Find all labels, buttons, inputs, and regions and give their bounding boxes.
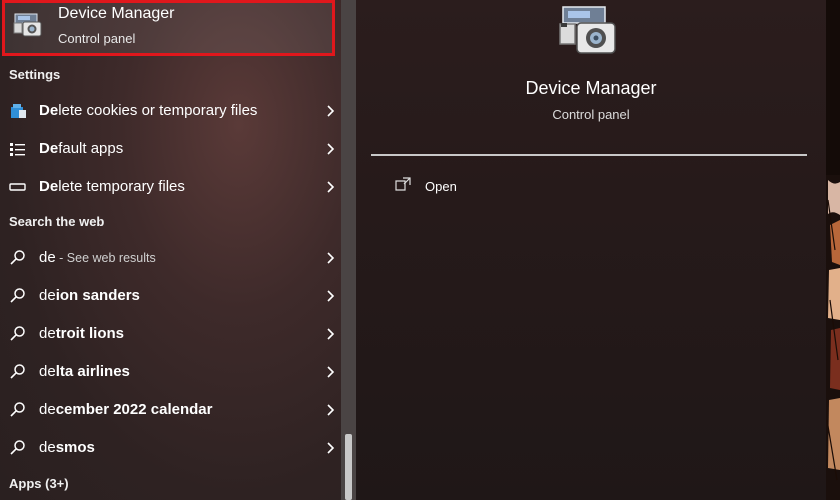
open-label: Open <box>425 179 457 194</box>
details-divider <box>371 154 807 156</box>
settings-item-label: Delete temporary files <box>39 178 185 195</box>
default-apps-icon <box>10 143 25 156</box>
chevron-right-icon <box>327 290 335 302</box>
web-result-label: detroit lions <box>39 325 125 342</box>
web-result-label: de - See web results <box>39 249 156 266</box>
web-result-deion-sanders[interactable]: deion sanders <box>0 277 341 315</box>
details-title: Device Manager <box>525 78 657 98</box>
settings-item-delete-cookies[interactable]: Delete cookies or temporary files <box>0 92 341 130</box>
open-button[interactable]: Open <box>394 176 514 198</box>
settings-item-label: Delete cookies or temporary files <box>39 102 258 119</box>
search-icon <box>10 250 25 265</box>
details-subtitle: Control panel <box>552 107 630 122</box>
web-result-de[interactable]: de - See web results <box>0 239 341 277</box>
search-icon <box>10 288 25 303</box>
settings-item-default-apps[interactable]: Default apps <box>0 130 341 168</box>
chevron-right-icon <box>327 105 335 117</box>
web-result-delta-airlines[interactable]: delta airlines <box>0 353 341 391</box>
section-header-apps: Apps (3+) <box>9 476 69 491</box>
chevron-right-icon <box>327 442 335 454</box>
chevron-right-icon <box>327 404 335 416</box>
search-icon <box>10 402 25 417</box>
top-result-device-manager[interactable]: Device Manager Control panel <box>2 0 335 56</box>
web-result-december-2022-calendar[interactable]: december 2022 calendar <box>0 391 341 429</box>
search-icon <box>10 326 25 341</box>
storage-icon <box>9 183 26 191</box>
cookies-icon <box>11 104 26 118</box>
chevron-right-icon <box>327 181 335 193</box>
details-panel <box>356 0 826 500</box>
open-icon <box>395 177 411 191</box>
web-result-detroit-lions[interactable]: detroit lions <box>0 315 341 353</box>
chevron-right-icon <box>327 328 335 340</box>
web-result-desmos[interactable]: desmos <box>0 429 341 467</box>
results-scrollbar[interactable] <box>341 0 356 500</box>
top-result-subtitle: Control panel <box>58 31 136 46</box>
settings-item-delete-temporary-files[interactable]: Delete temporary files <box>0 168 341 206</box>
web-result-label: desmos <box>39 439 95 456</box>
top-result-title: Device Manager <box>58 5 175 22</box>
chevron-right-icon <box>327 143 335 155</box>
desktop-background <box>826 0 840 500</box>
search-icon <box>10 364 25 379</box>
web-result-label: december 2022 calendar <box>39 401 213 418</box>
section-header-settings: Settings <box>9 67 61 82</box>
scrollbar-thumb[interactable] <box>345 434 352 500</box>
device-manager-large-icon <box>559 6 616 54</box>
wallpaper-art <box>826 0 840 481</box>
device-manager-icon <box>13 13 42 37</box>
web-result-label: delta airlines <box>39 363 130 380</box>
settings-item-label: Default apps <box>39 140 124 157</box>
section-header-search-web: Search the web <box>9 214 105 229</box>
web-result-label: deion sanders <box>39 287 140 304</box>
chevron-right-icon <box>327 366 335 378</box>
search-icon <box>10 440 25 455</box>
chevron-right-icon <box>327 252 335 264</box>
